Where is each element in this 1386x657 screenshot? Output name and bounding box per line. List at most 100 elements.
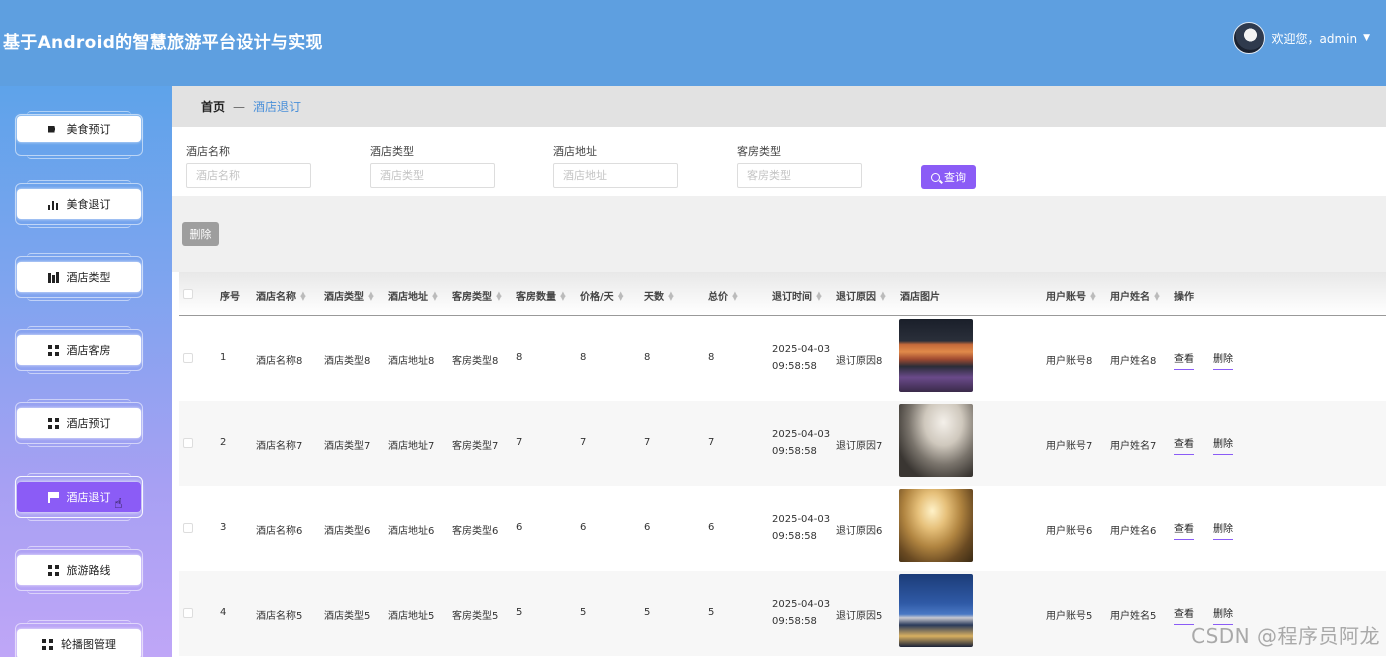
sidebar-item-label: 美食退订: [66, 198, 111, 211]
grid-icon: [47, 417, 59, 429]
cell-price: 8: [580, 352, 587, 363]
cell-room-type: 客房类型8: [452, 356, 499, 367]
cell-room-type: 客房类型7: [452, 441, 499, 452]
avatar[interactable]: [1233, 22, 1266, 54]
cell-room-count: 7: [516, 437, 523, 448]
sort-icon[interactable]: ▲ ▼: [496, 290, 502, 301]
cell-hotel-type: 酒店类型8: [324, 356, 371, 367]
row-checkbox[interactable]: [183, 523, 193, 533]
column-header[interactable]: 总价 ▲ ▼: [708, 288, 738, 303]
sidebar-item-food-cancel[interactable]: 美食退订: [15, 180, 143, 228]
cell-hotel-name: 酒店名称7: [256, 441, 303, 452]
select-all-checkbox[interactable]: [183, 289, 193, 299]
view-button[interactable]: 查看: [1174, 520, 1194, 540]
grid-icon: [47, 564, 59, 576]
cell-cancel-time: 2025-04-03 09:58:58: [772, 599, 831, 627]
delete-button[interactable]: 删除: [1213, 520, 1233, 540]
sort-icon[interactable]: ▲ ▼: [368, 290, 374, 301]
hotel-image: [899, 319, 973, 392]
welcome-text[interactable]: 欢迎您，admin: [1271, 30, 1357, 47]
top-header: 基于Android的智慧旅游平台设计与实现 欢迎您，admin ▼: [0, 0, 1386, 86]
cell-hotel-name: 酒店名称5: [256, 611, 303, 622]
cell-user-name: 用户姓名5: [1110, 611, 1157, 622]
row-checkbox[interactable]: [183, 438, 193, 448]
column-header[interactable]: 用户姓名 ▲ ▼: [1110, 288, 1160, 303]
column-header[interactable]: 价格/天 ▲ ▼: [580, 288, 624, 303]
cell-hotel-address: 酒店地址5: [388, 611, 435, 622]
hotel-image: [899, 404, 973, 477]
cell-room-count: 5: [516, 607, 523, 618]
sort-icon[interactable]: ▲ ▼: [300, 290, 306, 301]
cell-hotel-address: 酒店地址7: [388, 441, 435, 452]
column-header[interactable]: 客房数量 ▲ ▼: [516, 288, 566, 303]
breadcrumb-current: 酒店退订: [253, 100, 302, 114]
column-header[interactable]: 酒店类型 ▲ ▼: [324, 288, 374, 303]
sidebar-item-label: 酒店预订: [66, 417, 111, 430]
column-header[interactable]: 天数 ▲ ▼: [644, 288, 674, 303]
cell-user-account: 用户账号7: [1046, 441, 1093, 452]
column-header[interactable]: 退订时间 ▲ ▼: [772, 288, 822, 303]
sort-icon[interactable]: ▲ ▼: [816, 290, 822, 301]
cell-cancel-reason: 退订原因8: [836, 356, 883, 367]
cell-user-name: 用户姓名7: [1110, 441, 1157, 452]
column-header[interactable]: 用户账号 ▲ ▼: [1046, 288, 1096, 303]
hotel-name-input[interactable]: [186, 163, 311, 188]
hotel-address-field: 酒店地址: [553, 143, 679, 188]
hotel-type-field: 酒店类型: [370, 143, 496, 188]
cell-user-name: 用户姓名6: [1110, 526, 1157, 537]
column-header: 操作: [1174, 292, 1194, 303]
sidebar-item-hotel-rooms[interactable]: 酒店客房: [15, 326, 143, 374]
hotel-type-input[interactable]: [370, 163, 495, 188]
delete-button[interactable]: 删除: [1213, 435, 1233, 455]
sidebar-item-carousel[interactable]: 轮播图管理: [15, 620, 143, 657]
sort-icon[interactable]: ▲ ▼: [1090, 290, 1096, 301]
column-header[interactable]: 酒店名称 ▲ ▼: [256, 288, 306, 303]
hotel-address-input[interactable]: [553, 163, 678, 188]
action-bar: 删除: [172, 196, 1386, 272]
sidebar-item-hotel-type[interactable]: 酒店类型: [15, 253, 143, 301]
cell-hotel-type: 酒店类型6: [324, 526, 371, 537]
sidebar-item-label: 酒店类型: [66, 271, 111, 284]
hotel-image: [899, 574, 973, 647]
cell-index: 3: [220, 522, 227, 533]
row-checkbox[interactable]: [183, 353, 193, 363]
sidebar-item-food-booking[interactable]: 美食预订: [15, 111, 143, 159]
search-button-label: 查询: [944, 172, 966, 184]
sidebar-item-travel-routes[interactable]: 旅游路线: [15, 546, 143, 594]
chevron-down-icon[interactable]: ▼: [1363, 33, 1370, 43]
cell-days: 5: [644, 607, 651, 618]
sort-icon[interactable]: ▲ ▼: [560, 290, 566, 301]
sort-icon[interactable]: ▲ ▼: [880, 290, 886, 301]
breadcrumb-home[interactable]: 首页: [201, 98, 225, 115]
column-header[interactable]: 客房类型 ▲ ▼: [452, 288, 502, 303]
sort-icon[interactable]: ▲ ▼: [668, 290, 674, 301]
column-header[interactable]: 酒店地址 ▲ ▼: [388, 288, 438, 303]
cell-room-count: 8: [516, 352, 523, 363]
sort-icon[interactable]: ▲ ▼: [618, 290, 624, 301]
sidebar-item-label: 轮播图管理: [61, 638, 116, 651]
row-checkbox[interactable]: [183, 608, 193, 618]
cell-cancel-reason: 退订原因7: [836, 441, 883, 452]
sidebar: 美食预订 美食退订 酒店类型 酒店客房 酒店预订 酒店退订 旅游路线 轮播图管理: [0, 86, 172, 657]
table-row: 1 酒店名称8 酒店类型8 酒店地址8 客房类型8 8 8 8 8 2025-0…: [179, 316, 1386, 401]
sort-icon[interactable]: ▲ ▼: [732, 290, 738, 301]
cell-hotel-address: 酒店地址8: [388, 356, 435, 367]
column-header[interactable]: 退订原因 ▲ ▼: [836, 288, 886, 303]
batch-delete-button[interactable]: 删除: [182, 222, 219, 246]
grid-icon: [42, 638, 53, 650]
user-menu[interactable]: 欢迎您，admin ▼: [1233, 22, 1370, 54]
flag-icon: [47, 491, 59, 503]
delete-button[interactable]: 删除: [1213, 350, 1233, 370]
cell-cancel-reason: 退订原因5: [836, 611, 883, 622]
sidebar-item-hotel-booking[interactable]: 酒店预订: [15, 399, 143, 447]
search-button[interactable]: 查询: [921, 165, 976, 189]
view-button[interactable]: 查看: [1174, 435, 1194, 455]
room-type-input[interactable]: [737, 163, 862, 188]
sort-icon[interactable]: ▲ ▼: [1154, 290, 1160, 301]
cell-price: 7: [580, 437, 587, 448]
sort-icon[interactable]: ▲ ▼: [432, 290, 438, 301]
cell-user-account: 用户账号5: [1046, 611, 1093, 622]
cell-total: 6: [708, 522, 715, 533]
cell-room-type: 客房类型5: [452, 611, 499, 622]
view-button[interactable]: 查看: [1174, 350, 1194, 370]
